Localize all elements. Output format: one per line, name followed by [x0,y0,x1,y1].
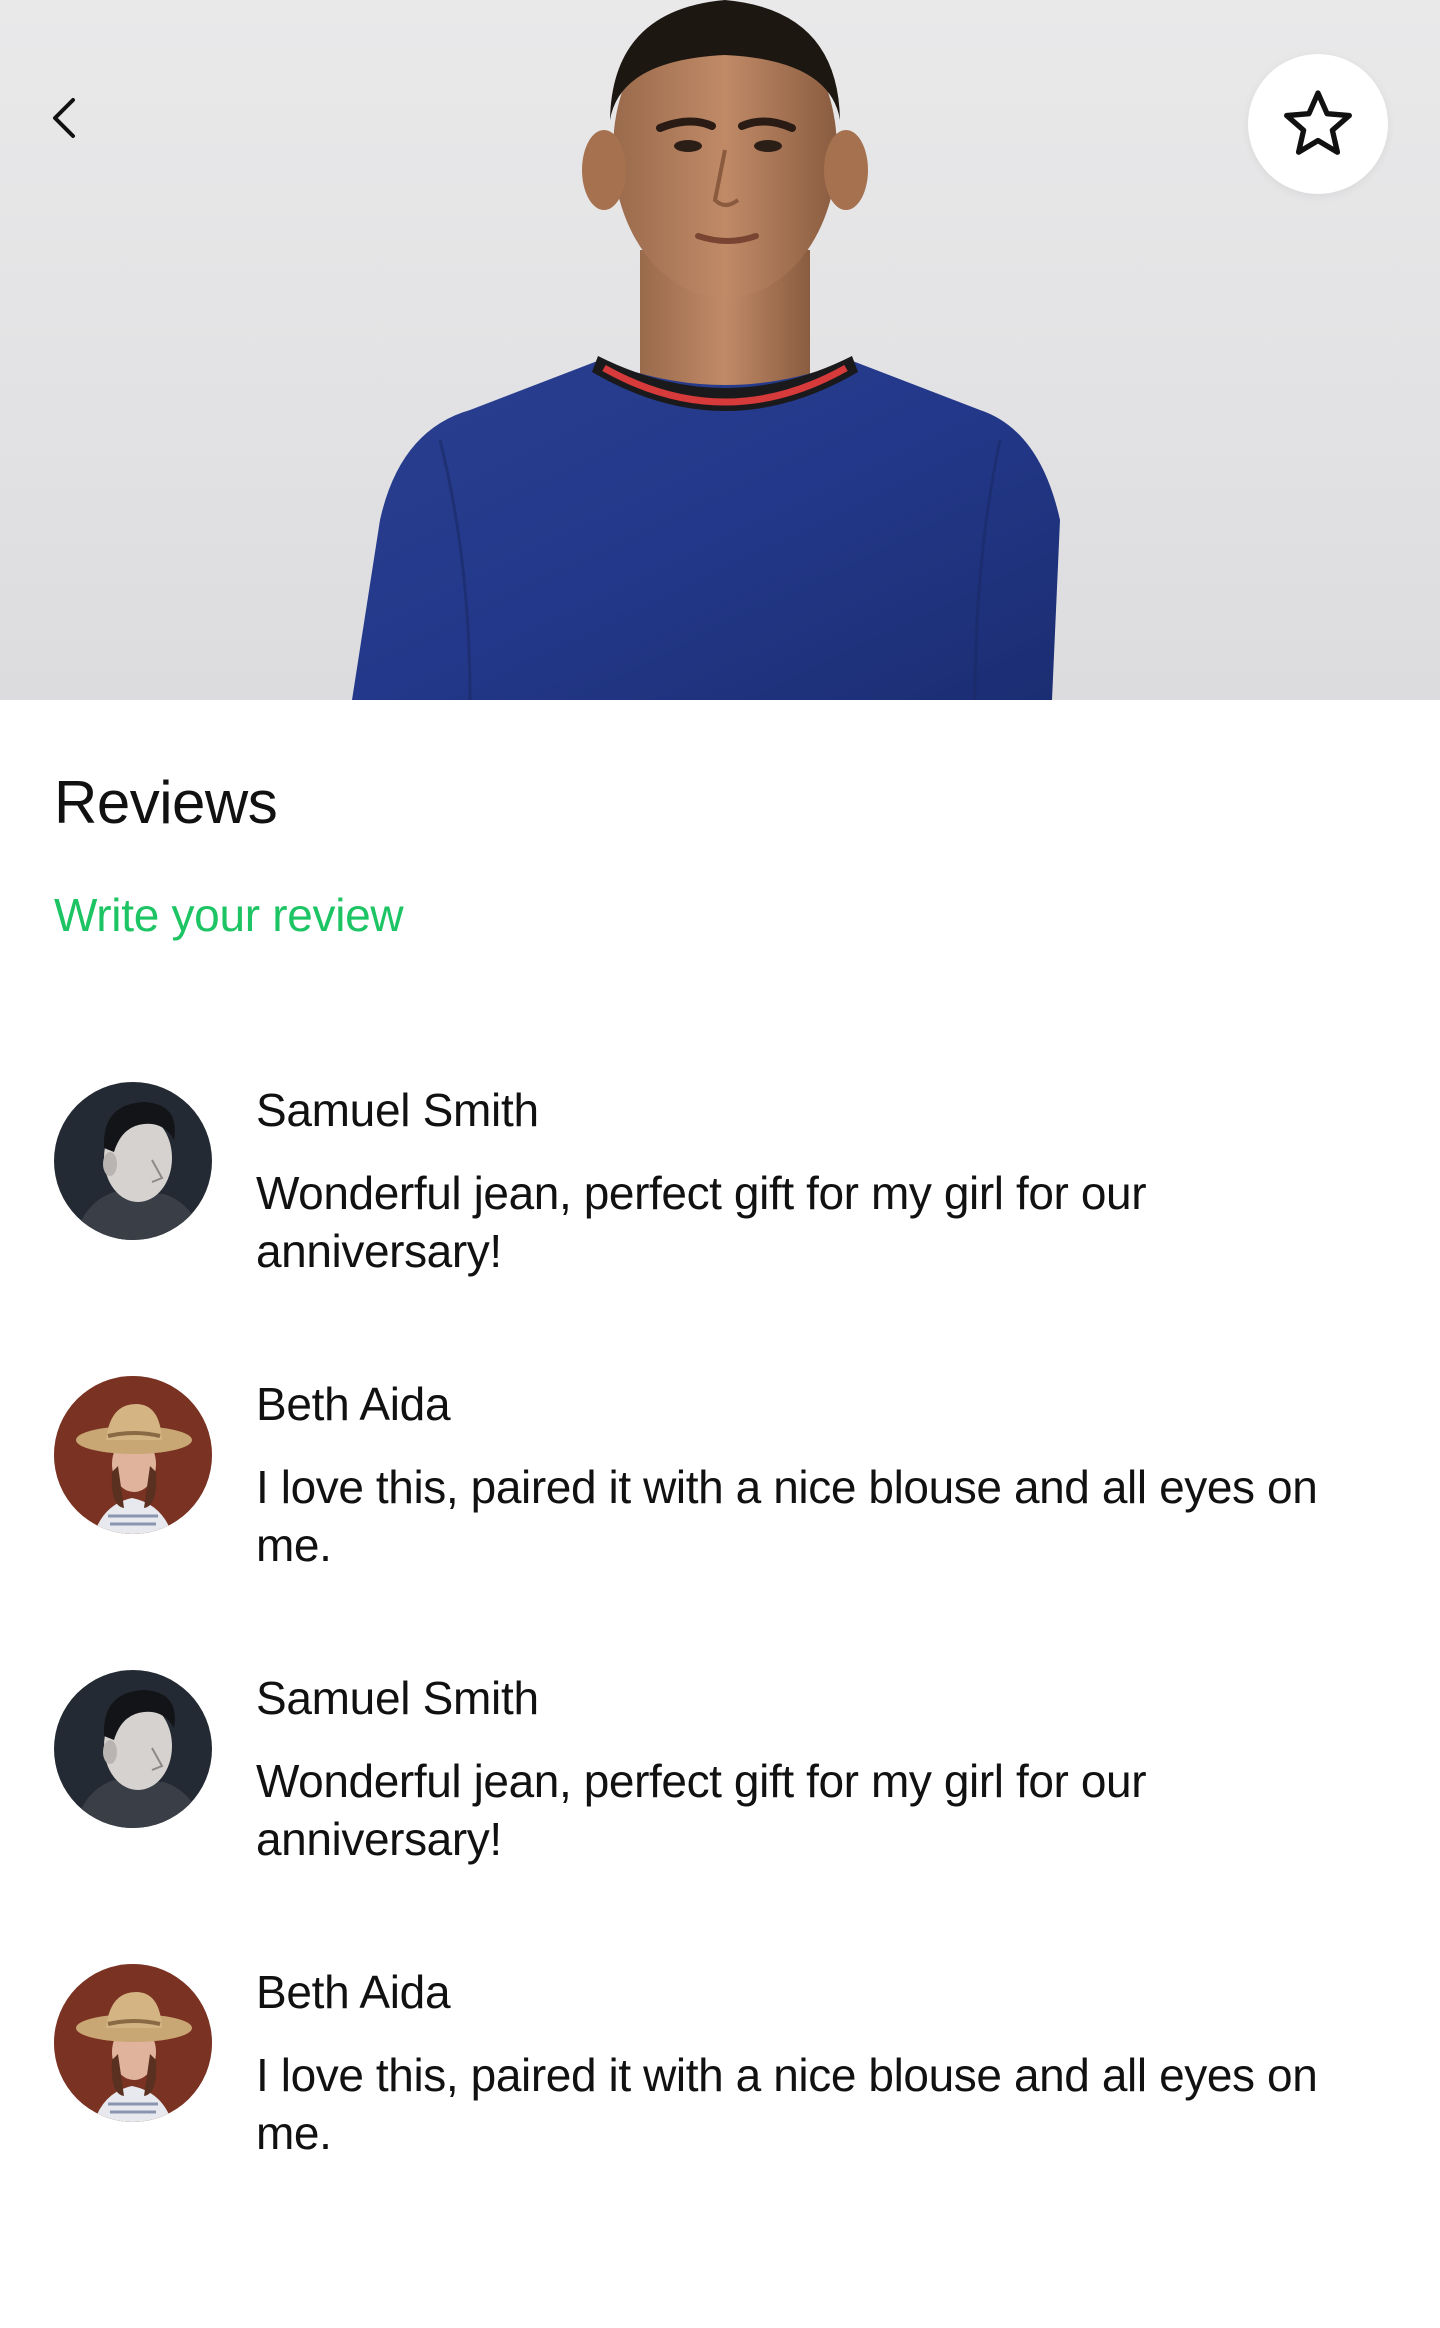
review-item: Beth Aida I love this, paired it with a … [54,1964,1384,2258]
model-wearing-sweatshirt-image [352,0,1060,700]
reviewer-name: Beth Aida [256,1966,451,2018]
reviews-title: Reviews [54,769,278,836]
review-item: Samuel Smith Wonderful jean, perfect gif… [54,1670,1384,1964]
review-item: Samuel Smith Wonderful jean, perfect gif… [54,1082,1384,1376]
woman-with-hat-avatar [54,1964,212,2122]
man-portrait-avatar [54,1670,212,1828]
reviewer-name: Samuel Smith [256,1084,539,1136]
woman-with-hat-avatar [54,1376,212,1534]
review-text: Wonderful jean, perfect gift for my girl… [256,1167,1147,1277]
man-portrait-avatar [54,1082,212,1240]
reviewer-avatar[interactable] [54,1376,212,1534]
review-body: Beth Aida I love this, paired it with a … [256,1964,1346,2162]
reviewer-name: Beth Aida [256,1378,451,1430]
reviewer-avatar[interactable] [54,1082,212,1240]
reviewer-avatar[interactable] [54,1670,212,1828]
chevron-left-icon [53,98,75,138]
product-hero-image [0,0,1440,700]
review-body: Samuel Smith Wonderful jean, perfect gif… [256,1670,1346,1868]
back-button[interactable] [36,90,92,146]
review-text: I love this, paired it with a nice blous… [256,2049,1318,2159]
write-review-link[interactable]: Write your review [54,888,404,942]
favorite-button[interactable] [1248,54,1388,194]
reviewer-name: Samuel Smith [256,1672,539,1724]
star-outline-icon [1284,90,1352,155]
review-item: Beth Aida I love this, paired it with a … [54,1376,1384,1670]
review-list: Samuel Smith Wonderful jean, perfect gif… [54,1082,1384,2258]
review-body: Beth Aida I love this, paired it with a … [256,1376,1346,1574]
review-text: I love this, paired it with a nice blous… [256,1461,1318,1571]
review-text: Wonderful jean, perfect gift for my girl… [256,1755,1147,1865]
reviewer-avatar[interactable] [54,1964,212,2122]
review-body: Samuel Smith Wonderful jean, perfect gif… [256,1082,1346,1280]
